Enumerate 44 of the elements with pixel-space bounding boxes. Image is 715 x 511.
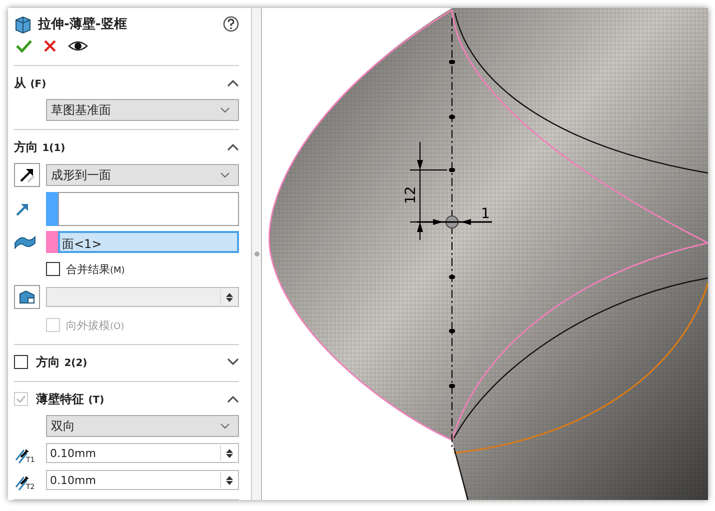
extrude-icon: [14, 14, 32, 34]
checkbox-label: 合并结果(M): [66, 262, 125, 276]
help-icon[interactable]: [223, 16, 239, 32]
point-marker: [449, 168, 455, 172]
point-marker: [449, 115, 455, 119]
dropdown[interactable]: 成形到一面: [46, 164, 239, 186]
point-marker: [449, 60, 455, 64]
point-marker: [449, 329, 455, 333]
feature-title: 拉伸-薄壁-竖框: [38, 16, 127, 33]
close-icon[interactable]: [44, 40, 56, 52]
dimension-value[interactable]: 1: [481, 206, 490, 222]
dropdown[interactable]: 双向: [46, 415, 239, 437]
reverse-direction-button[interactable]: [14, 163, 40, 187]
number-field[interactable]: 0.10mm: [46, 470, 239, 490]
number-field[interactable]: 0.10mm: [46, 443, 239, 463]
collapse-icon[interactable]: [227, 395, 239, 403]
collapse-icon[interactable]: [227, 143, 239, 151]
checkmark-icon[interactable]: [16, 38, 32, 52]
expand-icon[interactable]: [227, 358, 239, 366]
arrow-icon: [14, 201, 30, 217]
selection-list[interactable]: [58, 192, 239, 226]
checkbox-label: 向外拔模(O): [66, 318, 124, 332]
eye-icon[interactable]: [68, 40, 88, 52]
checkbox[interactable]: [46, 262, 60, 276]
arrow-icon: [18, 166, 36, 184]
surface-icon: [14, 234, 36, 250]
dimension-value[interactable]: 12: [403, 186, 419, 204]
caret-icon: [220, 172, 230, 178]
point-marker: [449, 384, 455, 388]
checkbox[interactable]: [14, 355, 28, 369]
model-viewport[interactable]: 12 1: [262, 8, 708, 500]
draft-button[interactable]: [14, 285, 40, 309]
point-marker: [449, 275, 455, 279]
selection-list[interactable]: 面<1>: [58, 231, 239, 253]
section-title[interactable]: 方向 2(2): [36, 354, 88, 370]
block-icon: [18, 289, 36, 305]
section-title[interactable]: 薄壁特征 (T): [36, 390, 104, 408]
caret-icon: [220, 107, 230, 113]
collapse-icon[interactable]: [227, 79, 239, 87]
section-title[interactable]: 方向 1(1): [14, 138, 66, 156]
caret-icon: [220, 423, 230, 429]
splitter-handle-icon[interactable]: [254, 251, 260, 257]
section-title[interactable]: 从 (F): [14, 74, 46, 92]
dropdown[interactable]: 草图基准面: [46, 99, 239, 121]
